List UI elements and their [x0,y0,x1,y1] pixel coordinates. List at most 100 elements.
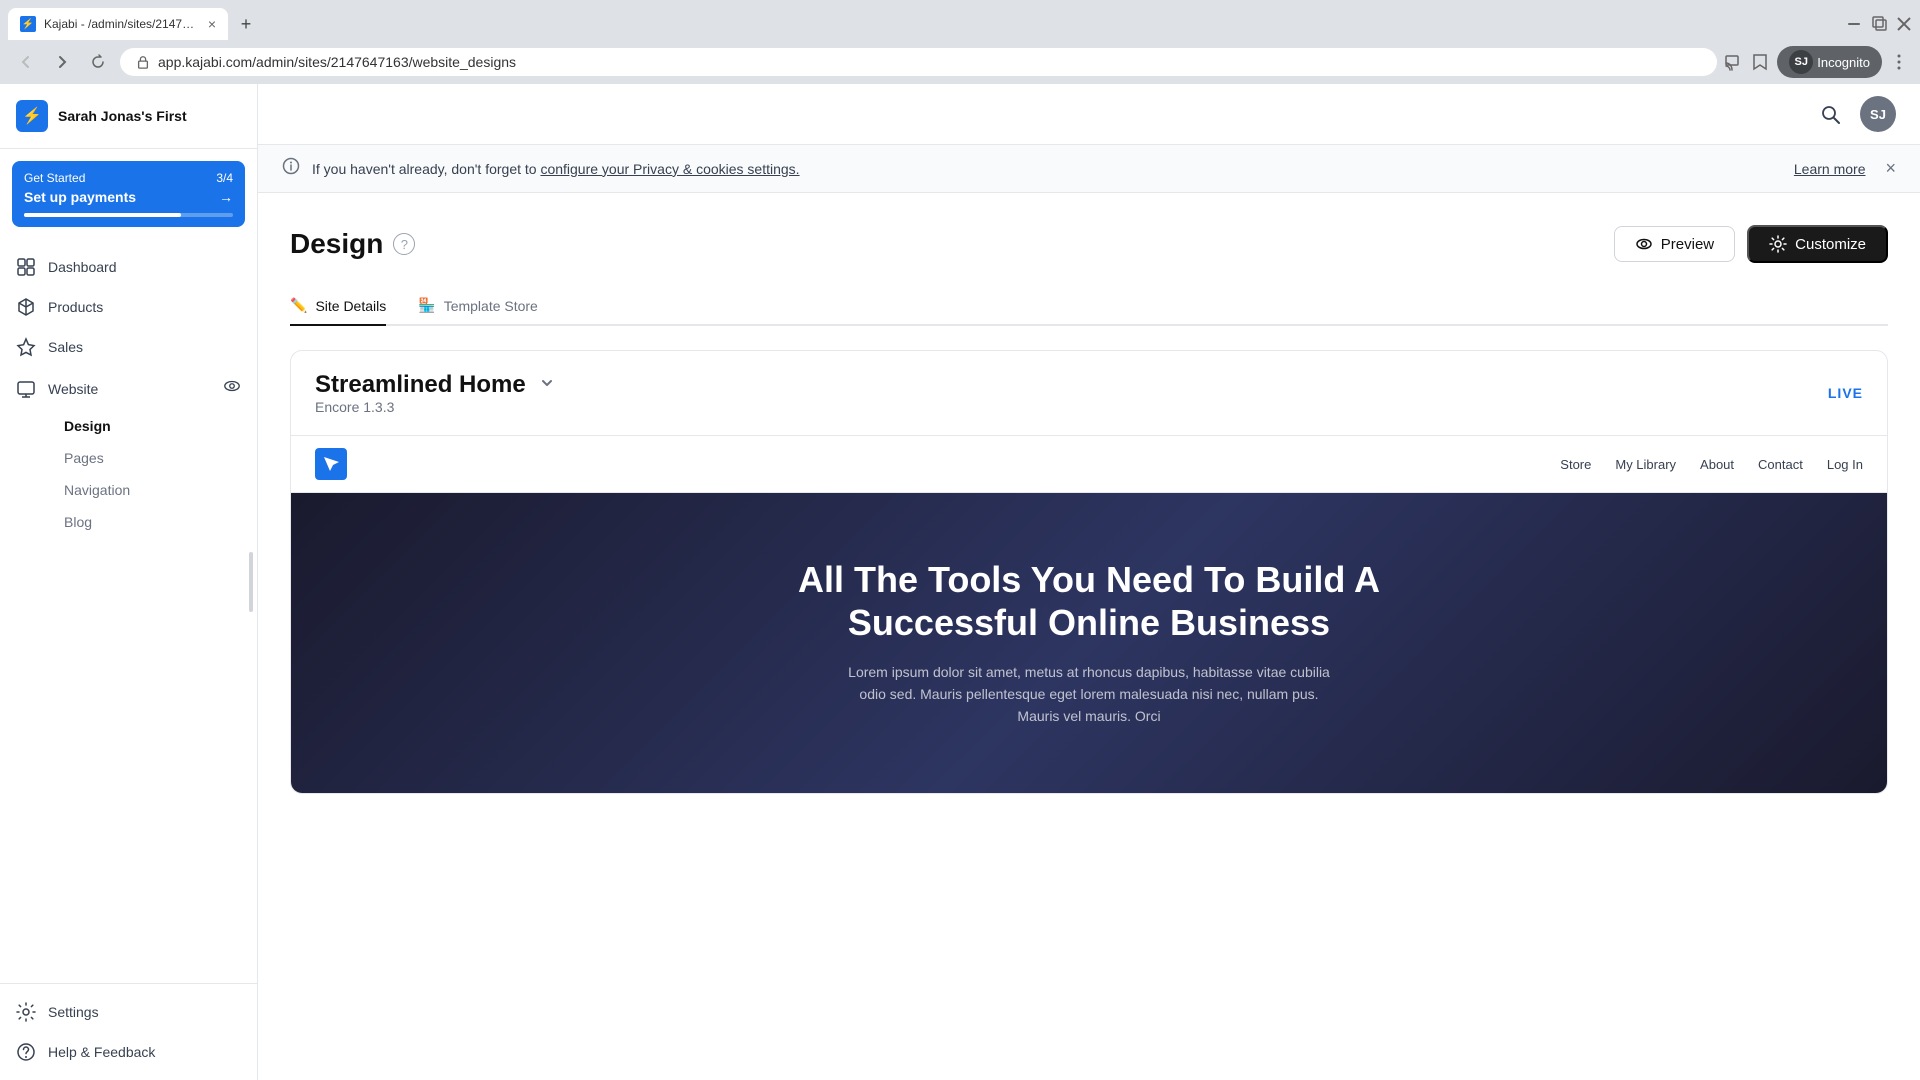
preview-logo [315,448,347,480]
website-visibility-icon[interactable] [223,377,241,400]
settings-icon [16,1002,36,1022]
template-header: Streamlined Home Encore 1.3.3 LIVE [291,351,1887,435]
incognito-indicator: SJ Incognito [1777,46,1882,78]
notification-bar: If you haven't already, don't forget to … [258,145,1920,193]
minimize-icon[interactable] [1848,16,1864,32]
design-tabs: ✏️ Site Details 🏪 Template Store [290,287,1888,326]
sidebar-settings-label: Settings [48,1004,241,1020]
browser-chrome: Kajabi - /admin/sites/214764716... × + a… [0,0,1920,84]
tab-template-store[interactable]: 🏪 Template Store [418,287,538,326]
website-icon [16,379,36,399]
get-started-label: Get Started [24,171,85,185]
forward-button[interactable] [48,48,76,76]
nav-link-contact[interactable]: Contact [1758,457,1803,472]
address-bar[interactable]: app.kajabi.com/admin/sites/2147647163/we… [120,48,1717,76]
lock-icon [136,55,150,69]
template-card: Streamlined Home Encore 1.3.3 LIVE [290,350,1888,794]
hero-subtitle: Lorem ipsum dolor sit amet, metus at rho… [839,661,1339,728]
customize-label: Customize [1795,236,1866,253]
browser-toolbar [1725,53,1769,71]
store-icon: 🏪 [418,297,435,314]
tab-close-button[interactable]: × [208,16,216,32]
header-actions: Preview Customize [1614,225,1888,263]
sidebar-item-products[interactable]: Products [0,287,257,327]
logo-letter: ⚡ [22,106,42,126]
preview-hero-section: All The Tools You Need To Build A Succes… [291,493,1887,793]
pencil-icon: ✏️ [290,297,307,314]
tab-favicon [20,16,36,32]
user-avatar[interactable]: SJ [1860,96,1896,132]
nav-link-about[interactable]: About [1700,457,1734,472]
sidebar-item-blog[interactable]: Blog [48,506,257,538]
preview-area: Store My Library About Contact Log In Al… [291,435,1887,793]
learn-more-link[interactable]: Learn more [1794,161,1866,177]
sidebar-scrollbar [249,552,253,612]
privacy-settings-link[interactable]: configure your Privacy & cookies setting… [540,161,799,177]
hero-title: All The Tools You Need To Build A Succes… [789,558,1389,644]
restore-icon[interactable] [1872,16,1888,32]
tab-title: Kajabi - /admin/sites/214764716... [44,17,200,31]
bookmark-icon[interactable] [1751,53,1769,71]
sidebar-item-dashboard[interactable]: Dashboard [0,247,257,287]
sales-icon [16,337,36,357]
preview-label: Preview [1661,236,1714,253]
page-header: Design ? Preview Customize [290,225,1888,263]
top-bar: SJ [258,84,1920,145]
close-window-icon[interactable] [1896,16,1912,32]
menu-icon[interactable] [1890,53,1908,71]
dashboard-icon [16,257,36,277]
notification-close-button[interactable]: × [1885,158,1896,179]
incognito-label: Incognito [1817,55,1870,70]
sidebar-item-settings[interactable]: Settings [0,992,257,1032]
sidebar-item-navigation[interactable]: Navigation [48,474,257,506]
reload-button[interactable] [84,48,112,76]
tab-site-details[interactable]: ✏️ Site Details [290,287,386,326]
get-started-cta: Set up payments [24,189,136,205]
site-details-tab-label: Site Details [315,298,386,314]
preview-nav-links: Store My Library About Contact Log In [1560,457,1863,472]
main-content: SJ If you haven't already, don't forget … [258,84,1920,1080]
website-sub-nav: Design Pages Navigation Blog [0,410,257,538]
help-tooltip-button[interactable]: ? [393,233,415,255]
sidebar-item-sales[interactable]: Sales [0,327,257,367]
customize-button[interactable]: Customize [1747,225,1888,263]
user-avatar-browser: SJ [1789,50,1813,74]
preview-navbar: Store My Library About Contact Log In [291,436,1887,493]
app-layout: ⚡ Sarah Jonas's First Get Started 3/4 Se… [0,84,1920,1080]
cast-icon[interactable] [1725,53,1743,71]
template-dropdown-button[interactable] [538,374,556,397]
back-button[interactable] [12,48,40,76]
sidebar-item-website[interactable]: Website [0,367,257,410]
template-name: Streamlined Home [315,371,526,399]
live-badge: LIVE [1828,385,1863,401]
sidebar: ⚡ Sarah Jonas's First Get Started 3/4 Se… [0,84,258,1080]
products-icon [16,297,36,317]
get-started-progress-bar [24,213,181,217]
sidebar-sales-label: Sales [48,339,241,355]
notification-text: If you haven't already, don't forget to … [312,161,1782,177]
browser-tab[interactable]: Kajabi - /admin/sites/214764716... × [8,8,228,40]
notif-prefix: If you haven't already, don't forget to [312,161,540,177]
url-text: app.kajabi.com/admin/sites/2147647163/we… [158,54,516,70]
template-version: Encore 1.3.3 [315,399,556,415]
preview-button[interactable]: Preview [1614,226,1735,262]
sidebar-dashboard-label: Dashboard [48,259,241,275]
new-tab-button[interactable]: + [232,10,260,38]
sidebar-item-pages[interactable]: Pages [48,442,257,474]
window-controls [1848,16,1912,32]
get-started-progress [24,213,233,217]
page-content: Design ? Preview Customize ✏ [258,193,1920,1080]
template-store-tab-label: Template Store [444,298,538,314]
nav-link-library[interactable]: My Library [1615,457,1676,472]
get-started-count: 3/4 [216,171,233,185]
search-button[interactable] [1812,96,1848,132]
nav-link-store[interactable]: Store [1560,457,1591,472]
website-label-group: Website [16,379,98,399]
sidebar-item-design[interactable]: Design [48,410,257,442]
sidebar-item-help[interactable]: Help & Feedback [0,1032,257,1072]
nav-link-login[interactable]: Log In [1827,457,1863,472]
help-icon [16,1042,36,1062]
page-title: Design [290,228,383,260]
info-icon [282,157,300,180]
get-started-banner[interactable]: Get Started 3/4 Set up payments → [12,161,245,227]
